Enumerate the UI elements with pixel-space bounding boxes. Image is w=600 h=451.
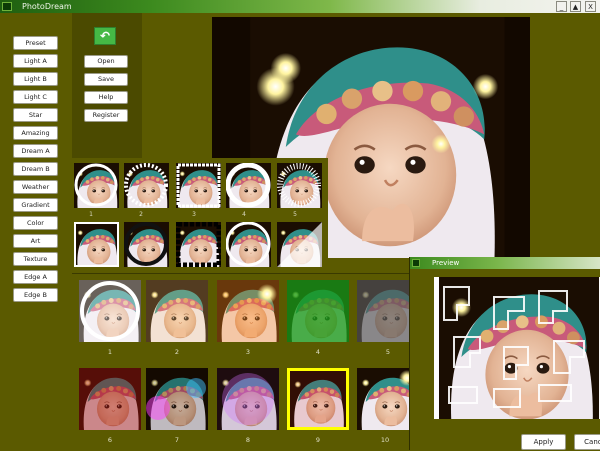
thumbnail-number: 6	[107, 436, 113, 444]
thumbnail-number: 2	[174, 348, 180, 356]
thumbnail[interactable]	[74, 222, 119, 267]
thumbnail-number: 10	[380, 436, 390, 444]
effect-button-edge-a[interactable]: Edge A	[13, 270, 58, 284]
help-button[interactable]: Help	[84, 91, 128, 104]
effect-button-color[interactable]: Color	[13, 216, 58, 230]
effect-button-art[interactable]: Art	[13, 234, 58, 248]
thumbnail[interactable]	[287, 280, 349, 342]
thumbnail[interactable]	[176, 163, 221, 208]
thumbnail-number: 1	[107, 348, 113, 356]
effect-button-amazing[interactable]: Amazing	[13, 126, 58, 140]
thumbnail-number: 5	[385, 348, 391, 356]
preview-title: Preview	[432, 259, 460, 267]
effect-button-light-a[interactable]: Light A	[13, 54, 58, 68]
effect-button-dream-a[interactable]: Dream A	[13, 144, 58, 158]
thumbnail[interactable]	[124, 222, 169, 267]
thumbnail-number: 3	[192, 211, 196, 218]
save-button[interactable]: Save	[84, 73, 128, 86]
thumbnail[interactable]	[277, 222, 322, 267]
thumbnail-number: 5	[293, 211, 297, 218]
open-button[interactable]: Open	[84, 55, 128, 68]
thumbnail[interactable]	[74, 163, 119, 208]
effect-button-light-c[interactable]: Light C	[13, 90, 58, 104]
photo-border-right	[530, 13, 600, 258]
thumbnail[interactable]	[217, 368, 279, 430]
thumbnail-number: 1	[89, 211, 93, 218]
thumbnail-number: 3	[245, 348, 251, 356]
thumbnail-selected[interactable]	[287, 368, 349, 430]
effect-button-texture[interactable]: Texture	[13, 252, 58, 266]
thumbnail[interactable]	[357, 368, 409, 430]
minimize-button[interactable]: _	[556, 1, 567, 12]
effect-button-preset[interactable]: Preset	[13, 36, 58, 50]
preview-title-bar[interactable]: Preview	[410, 257, 600, 269]
thumbnail[interactable]	[176, 222, 221, 267]
thumbnail[interactable]	[146, 280, 208, 342]
thumbnail-number: 8	[245, 436, 251, 444]
app-icon	[2, 2, 12, 11]
close-button[interactable]: X	[585, 1, 596, 12]
effect-button-edge-b[interactable]: Edge B	[13, 288, 58, 302]
thumbnail[interactable]	[79, 280, 141, 342]
effect-button-weather[interactable]: Weather	[13, 180, 58, 194]
preview-window: Preview Apply Cancel	[409, 257, 600, 450]
apply-button[interactable]: Apply	[521, 434, 566, 450]
preview-window-icon	[412, 259, 420, 267]
thumbnail[interactable]	[146, 368, 208, 430]
thumbnail[interactable]	[124, 163, 169, 208]
preview-image	[434, 277, 600, 419]
window-title: PhotoDream	[22, 2, 72, 11]
thumbnail[interactable]	[277, 163, 322, 208]
thumbnail-number: 9	[315, 436, 321, 444]
thumbnail-number: 2	[139, 211, 143, 218]
effect-button-gradient[interactable]: Gradient	[13, 198, 58, 212]
thumbnail[interactable]	[226, 163, 271, 208]
effect-button-star[interactable]: Star	[13, 108, 58, 122]
effect-button-light-b[interactable]: Light B	[13, 72, 58, 86]
thumbnail-number: 4	[315, 348, 321, 356]
title-bar: PhotoDream _ ▲ X	[0, 0, 600, 13]
maximize-button[interactable]: ▲	[570, 1, 581, 12]
photo-border-left	[142, 13, 212, 158]
register-button[interactable]: Register	[84, 109, 128, 122]
cancel-button[interactable]: Cancel	[574, 434, 600, 450]
thumbnail[interactable]	[226, 222, 271, 267]
thumbnail[interactable]	[79, 368, 141, 430]
undo-arrow-icon[interactable]: ↶	[94, 27, 116, 45]
thumbnail-number: 4	[242, 211, 246, 218]
thumbnail[interactable]	[217, 280, 279, 342]
effect-button-dream-b[interactable]: Dream B	[13, 162, 58, 176]
thumbnail-number: 7	[174, 436, 180, 444]
